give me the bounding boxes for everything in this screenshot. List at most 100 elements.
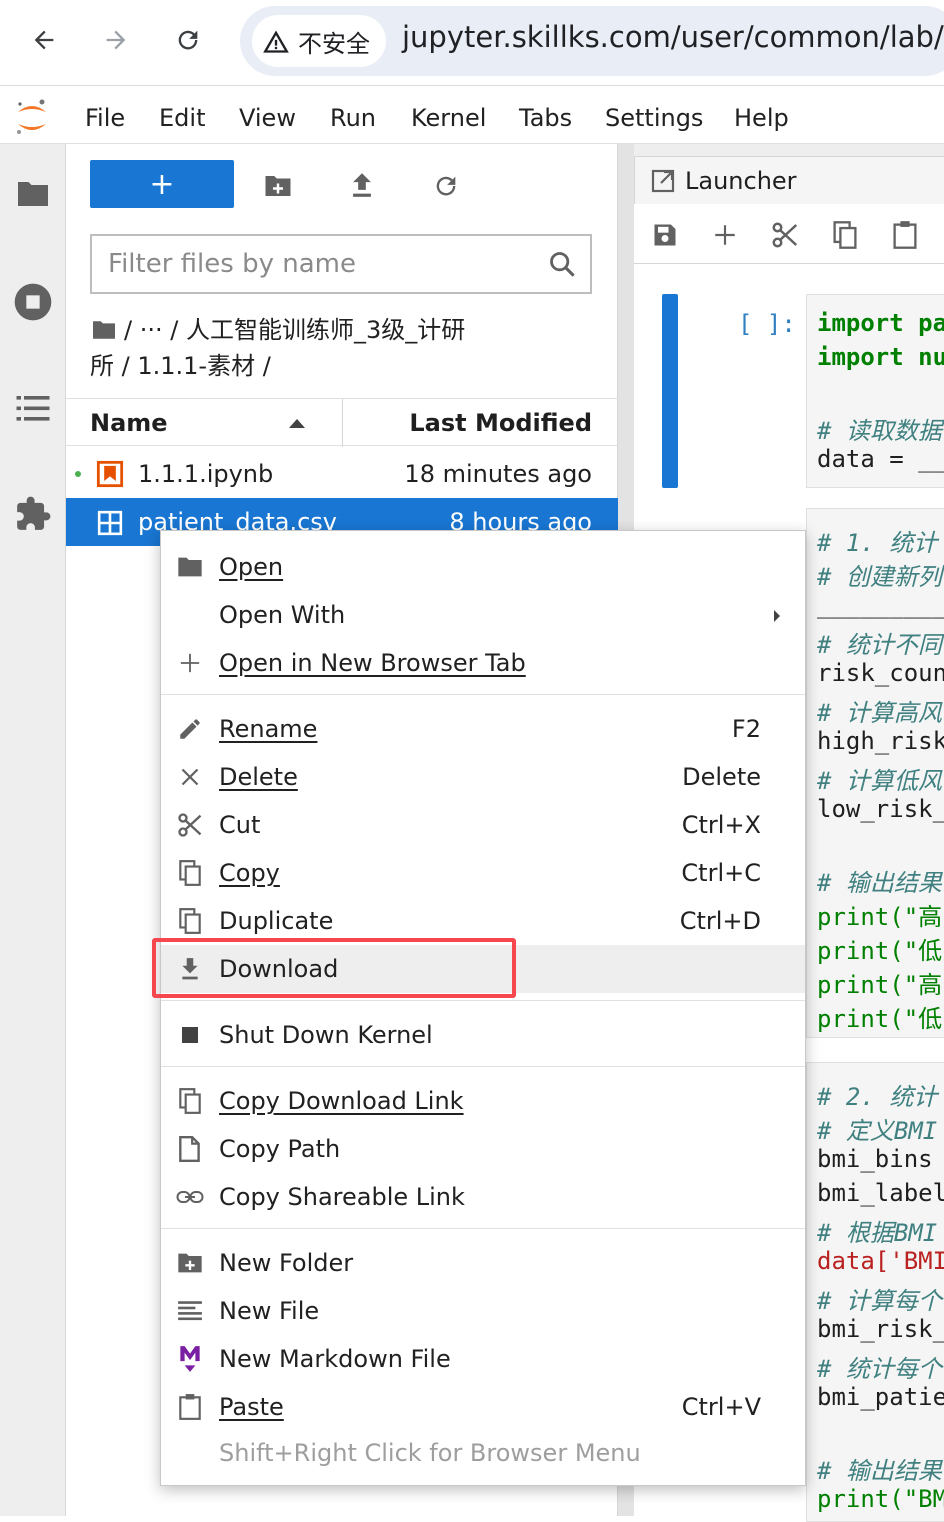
code-cell[interactable]: # 2. 统计 # 定义BMI bmi_bins bmi_label # 根据B… <box>806 1062 944 1522</box>
menu-item-copy-shareable-link[interactable]: Copy Shareable Link <box>161 1173 805 1221</box>
copy-icon <box>833 221 857 249</box>
filter-files-input[interactable] <box>108 248 528 280</box>
code-text: # 2. 统计 <box>817 1083 938 1111</box>
home-folder-icon[interactable] <box>90 319 118 341</box>
last-modified-column-header[interactable]: Last Modified <box>409 409 592 437</box>
security-label: 不安全 <box>298 29 370 58</box>
name-column-header[interactable]: Name <box>90 409 168 437</box>
menu-item-new-markdown-file[interactable]: New Markdown File <box>161 1335 805 1383</box>
code-line: import nu <box>817 343 944 371</box>
menu-tabs[interactable]: Tabs <box>519 104 572 132</box>
running-sessions-tab[interactable] <box>0 272 66 332</box>
code-cell[interactable]: # 1. 统计 # 创建新列 __________ # 统计不同 risk_co… <box>806 508 944 1038</box>
warning-icon <box>263 30 289 53</box>
file-list-header: Name Last Modified <box>66 398 618 447</box>
copy-icon <box>179 860 201 886</box>
code-text: # 输出结果 <box>817 869 942 897</box>
duplicate-icon <box>179 908 201 934</box>
cell-prompt: [ ]: <box>738 310 796 338</box>
menu-item-paste[interactable]: Paste Ctrl+V <box>161 1383 805 1431</box>
menu-item-copy[interactable]: Copy Ctrl+C <box>161 849 805 897</box>
code-text: # 根据BMI <box>817 1219 938 1247</box>
forward-button[interactable] <box>94 18 138 62</box>
code-text: data = __ <box>817 445 944 473</box>
insert-cell-button[interactable] <box>708 218 742 252</box>
menu-item-label: Copy Download Link <box>219 1087 464 1115</box>
code-text: # 计算每个 <box>817 1287 942 1315</box>
markdown-icon <box>180 1346 200 1372</box>
breadcrumb-path-line1[interactable]: / ··· / 人工智能训练师_3级_计研 <box>124 312 465 348</box>
paste-icon <box>893 221 917 249</box>
back-button[interactable] <box>22 18 66 62</box>
menu-item-copy-download-link[interactable]: Copy Download Link <box>161 1077 805 1125</box>
copy-cell-button[interactable] <box>828 218 862 252</box>
paste-icon <box>179 1394 201 1420</box>
code-text: low_risk_ <box>817 795 944 823</box>
menu-file[interactable]: File <box>85 104 125 132</box>
menu-item-rename[interactable]: Rename F2 <box>161 705 805 753</box>
menu-kernel[interactable]: Kernel <box>411 104 486 132</box>
menu-item-open-with[interactable]: Open With <box>161 591 805 639</box>
menu-item-shortcut: Ctrl+D <box>679 907 761 935</box>
code-text: # 定义BMI <box>817 1117 938 1145</box>
paste-cell-button[interactable] <box>888 218 922 252</box>
code-text: bmi_patie <box>817 1383 944 1411</box>
scissors-icon <box>772 222 798 248</box>
menu-separator <box>161 694 805 695</box>
security-indicator[interactable]: 不安全 <box>252 15 386 67</box>
tab-launcher[interactable]: Launcher <box>634 156 944 204</box>
refresh-button[interactable] <box>428 168 464 204</box>
code-text: bmi_risk_ <box>817 1315 944 1343</box>
menu-item-label: Copy Shareable Link <box>219 1183 465 1211</box>
file-browser-tab[interactable] <box>0 164 66 224</box>
file-context-menu: Open Open With Open in New Browser Tab R… <box>160 530 806 1486</box>
scissors-icon <box>178 813 202 837</box>
menu-item-copy-path[interactable]: Copy Path <box>161 1125 805 1173</box>
breadcrumb-path-line2[interactable]: 所 / 1.1.1-素材 / <box>90 348 590 384</box>
code-line: import pa <box>817 309 944 337</box>
url-text[interactable]: jupyter.skillks.com/user/common/lab/tre <box>402 20 944 54</box>
save-button[interactable] <box>648 218 682 252</box>
menu-item-new-folder[interactable]: New Folder <box>161 1239 805 1287</box>
menu-view[interactable]: View <box>239 104 296 132</box>
menu-item-open-in-new-browser-tab[interactable]: Open in New Browser Tab <box>161 639 805 687</box>
extensions-tab[interactable] <box>0 484 66 544</box>
menu-settings[interactable]: Settings <box>605 104 703 132</box>
annotation-highlight-box <box>152 938 516 998</box>
notebook-toolbar <box>634 206 944 264</box>
menu-item-shortcut: Ctrl+C <box>681 859 761 887</box>
cut-cell-button[interactable] <box>768 218 802 252</box>
menu-separator <box>161 1066 805 1067</box>
menu-item-open[interactable]: Open <box>161 543 805 591</box>
menu-help[interactable]: Help <box>734 104 789 132</box>
menu-run[interactable]: Run <box>330 104 376 132</box>
arrow-right-icon <box>106 30 126 50</box>
reload-button[interactable] <box>166 18 210 62</box>
table-of-contents-tab[interactable] <box>0 378 66 438</box>
file-row[interactable]: 1.1.1.ipynb 18 minutes ago <box>66 450 618 498</box>
filter-box <box>90 234 592 294</box>
folder-icon <box>18 182 48 206</box>
upload-button[interactable] <box>344 168 380 204</box>
active-cell-indicator <box>662 294 678 488</box>
column-separator[interactable] <box>342 399 343 447</box>
code-cell[interactable]: import pa import nu # 读取数据 data = __ <box>806 294 944 488</box>
code-text: # 创建新列 <box>817 563 942 591</box>
menu-item-new-file[interactable]: New File <box>161 1287 805 1335</box>
left-activity-bar <box>0 144 66 1516</box>
menu-item-shut-down-kernel[interactable]: Shut Down Kernel <box>161 1011 805 1059</box>
menu-item-cut[interactable]: Cut Ctrl+X <box>161 801 805 849</box>
menu-edit[interactable]: Edit <box>159 104 205 132</box>
code-text: # 统计不同 <box>817 631 942 659</box>
code-text: # 输出结果 <box>817 1457 942 1485</box>
code-text: bmi_label <box>817 1179 944 1207</box>
menu-item-label: Open in New Browser Tab <box>219 649 526 677</box>
code-text: risk_coun <box>817 659 944 687</box>
menu-item-delete[interactable]: Delete Delete <box>161 753 805 801</box>
new-launcher-button[interactable]: + <box>90 160 234 208</box>
new-folder-button[interactable] <box>260 168 296 204</box>
text-file-icon <box>178 1301 202 1321</box>
code-text: import pa <box>817 309 944 337</box>
code-text: print("低 <box>817 937 943 965</box>
new-folder-icon <box>265 176 291 196</box>
